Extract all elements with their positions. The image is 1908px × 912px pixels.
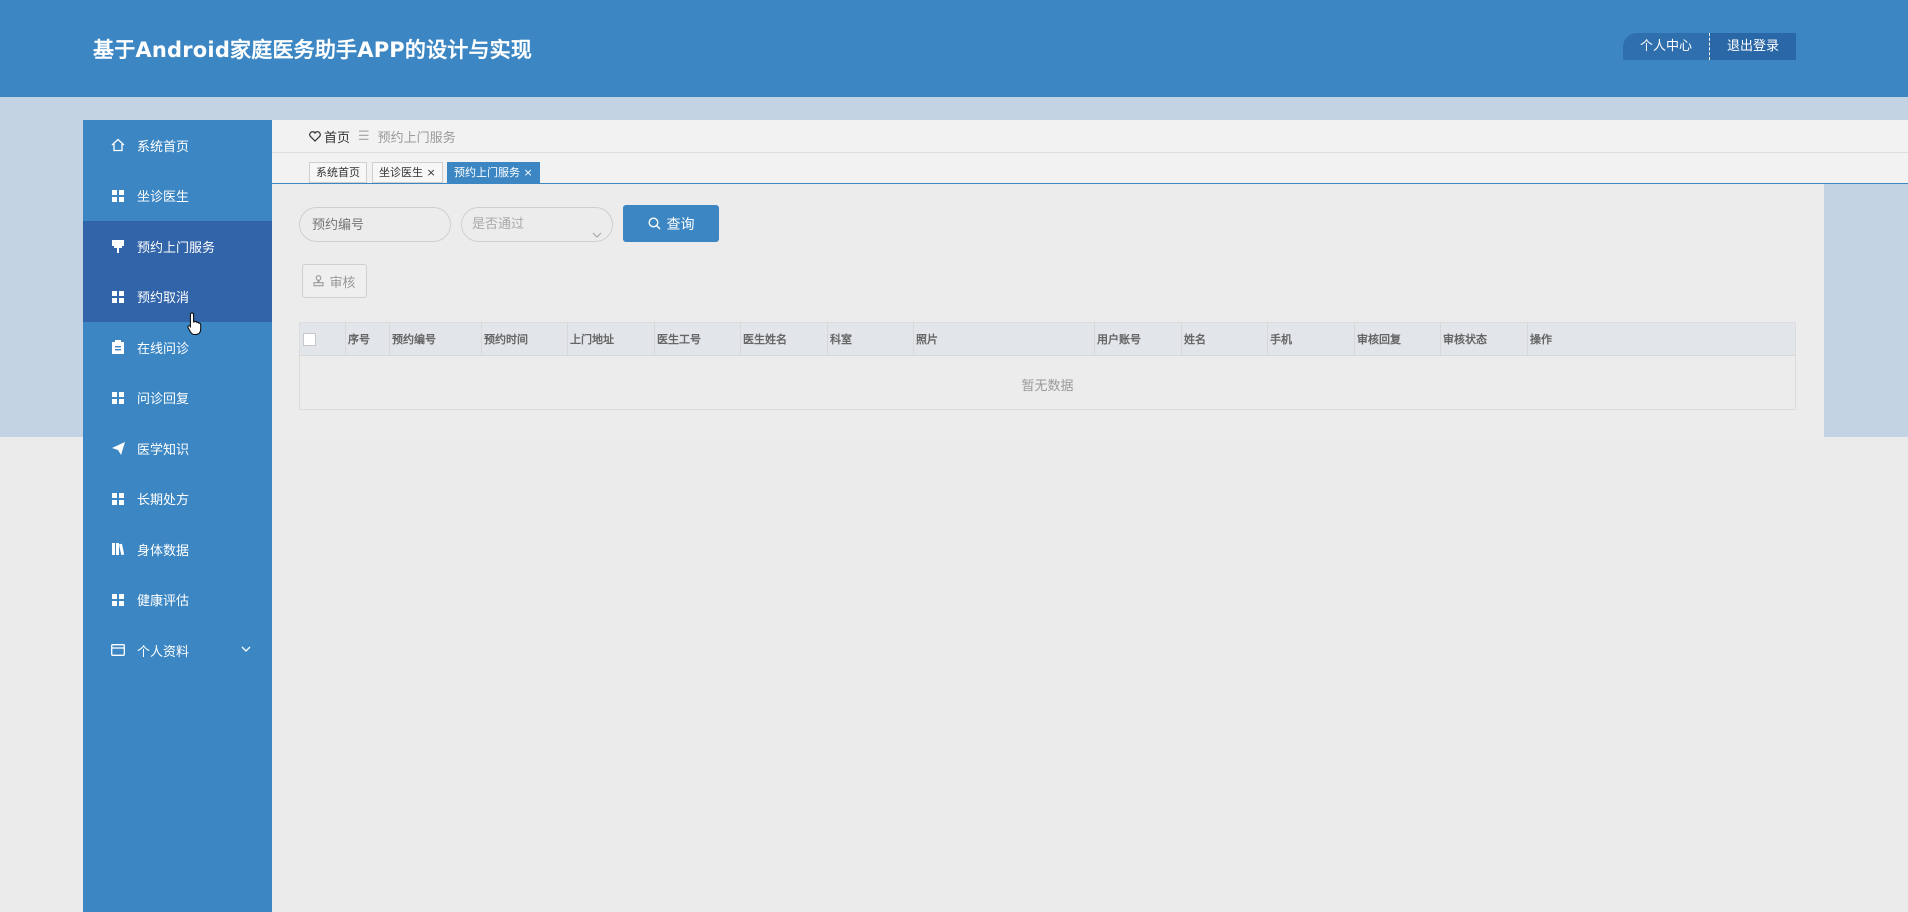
approved-select-placeholder: 是否通过: [472, 217, 525, 232]
mouse-cursor-icon: [187, 312, 203, 336]
home-icon: [111, 138, 125, 152]
column-header[interactable]: 操作: [1527, 323, 1552, 356]
table-header: 序号 预约编号 预约时间 上门地址 医生工号 医生姓名 科室 照片 用户账号 姓…: [300, 323, 1795, 356]
search-icon: [647, 217, 661, 230]
logout-button[interactable]: 退出登录: [1710, 33, 1797, 60]
main-content: 首页 ☰ 预约上门服务 系统首页 坐诊医生 × 预约上门服务 × 是否通过 查询: [272, 120, 1908, 437]
sidebar-item-home-visit-booking[interactable]: 预约上门服务: [83, 221, 272, 272]
column-header[interactable]: 用户账号: [1094, 323, 1141, 356]
sidebar-item-label: 健康评估: [137, 594, 190, 610]
sidebar-item-label: 预约取消: [137, 291, 190, 307]
header-actions: 个人中心 退出登录: [1623, 33, 1797, 60]
audit-button-label: 审核: [329, 275, 356, 291]
grid-icon: [111, 593, 125, 607]
column-header[interactable]: 审核回复: [1354, 323, 1401, 356]
column-header[interactable]: 手机: [1267, 323, 1292, 356]
sidebar-item-medical-knowledge[interactable]: 医学知识: [83, 423, 272, 474]
column-header[interactable]: 姓名: [1181, 323, 1206, 356]
sidebar-item-online-consultation[interactable]: 在线问诊: [83, 322, 272, 373]
tab-home-visit-booking[interactable]: 预约上门服务 ×: [447, 162, 540, 183]
column-header[interactable]: 照片: [913, 323, 938, 356]
sidebar-item-label: 系统首页: [137, 139, 190, 155]
grid-icon: [111, 189, 125, 203]
approved-select[interactable]: 是否通过: [461, 207, 613, 242]
paper-plane-icon: [111, 441, 125, 455]
tab-home[interactable]: 系统首页: [309, 162, 367, 183]
tab-doctors[interactable]: 坐诊医生 ×: [372, 162, 443, 183]
tab-label: 预约上门服务: [454, 166, 520, 179]
card-icon: [111, 643, 125, 657]
sidebar-item-booking-cancel[interactable]: 预约取消: [83, 271, 272, 322]
sidebar: 系统首页 坐诊医生 预约上门服务 预约取消 在线问诊 问诊回复 医学知识 长期处…: [83, 120, 272, 912]
column-header[interactable]: 科室: [827, 323, 852, 356]
tab-label: 系统首页: [316, 166, 360, 179]
stamp-icon: [313, 275, 325, 287]
column-header[interactable]: 预约时间: [481, 323, 528, 356]
breadcrumb-current: 预约上门服务: [377, 130, 456, 146]
breadcrumb-home-label: 首页: [324, 130, 351, 146]
sidebar-item-label: 长期处方: [137, 493, 190, 509]
table-empty-message: 暂无数据: [1021, 379, 1074, 394]
column-header[interactable]: 序号: [345, 323, 370, 356]
tabs-bar: 系统首页 坐诊医生 × 预约上门服务 ×: [272, 153, 1908, 184]
query-button-label: 查询: [666, 216, 695, 233]
sidebar-item-label: 身体数据: [137, 543, 190, 559]
sidebar-item-label: 坐诊医生: [137, 190, 190, 206]
breadcrumb: 首页 ☰ 预约上门服务: [272, 120, 1908, 153]
sidebar-item-home[interactable]: 系统首页: [83, 120, 272, 171]
close-icon[interactable]: ×: [427, 166, 436, 179]
sidebar-item-body-data[interactable]: 身体数据: [83, 524, 272, 575]
sidebar-item-doctors[interactable]: 坐诊医生: [83, 171, 272, 222]
breadcrumb-separator: ☰: [358, 128, 370, 144]
column-header[interactable]: 上门地址: [567, 323, 614, 356]
query-button[interactable]: 查询: [623, 205, 719, 242]
grid-icon: [111, 290, 125, 304]
sidebar-item-profile[interactable]: 个人资料: [83, 625, 272, 676]
sidebar-item-consultation-reply[interactable]: 问诊回复: [83, 373, 272, 424]
clipboard-icon: [111, 340, 125, 355]
heart-icon: [309, 130, 321, 142]
top-header: 基于Android家庭医务助手APP的设计与实现 个人中心 退出登录: [0, 0, 1908, 97]
sidebar-item-health-assessment[interactable]: 健康评估: [83, 575, 272, 626]
stamp-icon: [111, 239, 125, 253]
column-header[interactable]: 医生姓名: [740, 323, 787, 356]
data-table: 序号 预约编号 预约时间 上门地址 医生工号 医生姓名 科室 照片 用户账号 姓…: [299, 322, 1796, 410]
booking-number-input[interactable]: [299, 207, 451, 242]
sidebar-item-label: 问诊回复: [137, 392, 190, 408]
book-icon: [111, 542, 125, 556]
column-header[interactable]: 预约编号: [389, 323, 436, 356]
audit-button[interactable]: 审核: [302, 264, 367, 298]
grid-icon: [111, 391, 125, 405]
sidebar-item-long-term-prescription[interactable]: 长期处方: [83, 474, 272, 525]
sidebar-item-label: 在线问诊: [137, 341, 190, 357]
tab-label: 坐诊医生: [379, 166, 423, 179]
sidebar-item-label: 医学知识: [137, 442, 190, 458]
personal-center-button[interactable]: 个人中心: [1623, 33, 1711, 60]
sidebar-item-label: 预约上门服务: [137, 240, 216, 256]
grid-icon: [111, 492, 125, 506]
chevron-down-icon: [241, 643, 255, 657]
close-icon[interactable]: ×: [524, 166, 533, 179]
column-header[interactable]: 医生工号: [654, 323, 701, 356]
select-all-checkbox[interactable]: [303, 333, 316, 346]
breadcrumb-home[interactable]: 首页: [309, 127, 350, 146]
app-title: 基于Android家庭医务助手APP的设计与实现: [93, 38, 533, 62]
column-header[interactable]: 审核状态: [1440, 323, 1487, 356]
sidebar-item-label: 个人资料: [137, 644, 190, 660]
chevron-down-icon: [592, 220, 602, 238]
